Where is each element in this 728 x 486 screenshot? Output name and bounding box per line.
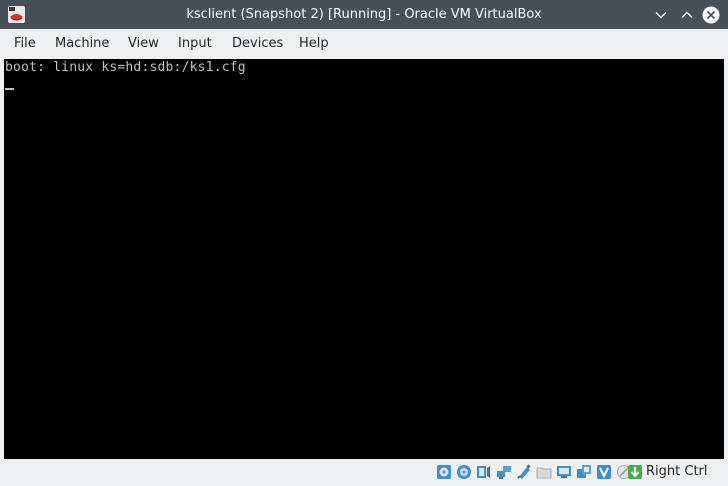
display-icon[interactable] [556, 464, 572, 480]
chevron-up-icon [681, 11, 693, 18]
close-icon [702, 6, 720, 24]
menu-file[interactable]: File [14, 29, 36, 59]
maximize-button[interactable] [677, 5, 697, 25]
text-cursor [5, 88, 14, 90]
usb-icon[interactable] [516, 464, 532, 480]
virtualbox-window: ksclient (Snapshot 2) [Running] - Oracle… [0, 0, 728, 486]
virtualization-icon[interactable] [596, 464, 612, 480]
hard-disk-icon[interactable] [436, 464, 452, 480]
video-capture-icon[interactable] [576, 464, 592, 480]
menu-view[interactable]: View [128, 29, 159, 59]
menu-bar: File Machine View Input Devices Help [0, 29, 728, 59]
window-title: ksclient (Snapshot 2) [Running] - Oracle… [186, 7, 542, 22]
vm-display[interactable]: boot: linux ks=hd:sdb:/ks1.cfg [4, 59, 724, 459]
shared-folders-icon[interactable] [536, 464, 552, 480]
minimize-button[interactable] [651, 5, 671, 25]
audio-icon[interactable] [476, 464, 492, 480]
optical-drive-icon[interactable] [456, 464, 472, 480]
network-icon[interactable] [496, 464, 512, 480]
menu-input[interactable]: Input [178, 29, 212, 59]
status-bar: Right Ctrl [0, 459, 728, 486]
close-button[interactable] [701, 5, 721, 25]
chevron-down-icon [655, 12, 667, 19]
menu-machine[interactable]: Machine [55, 29, 109, 59]
menu-devices[interactable]: Devices [232, 29, 283, 59]
host-key-label: Right Ctrl [646, 464, 708, 479]
boot-prompt-line: boot: linux ks=hd:sdb:/ks1.cfg [5, 60, 246, 75]
title-bar[interactable]: ksclient (Snapshot 2) [Running] - Oracle… [0, 0, 728, 29]
host-key-arrow-icon [627, 464, 643, 480]
menu-help[interactable]: Help [299, 29, 329, 59]
